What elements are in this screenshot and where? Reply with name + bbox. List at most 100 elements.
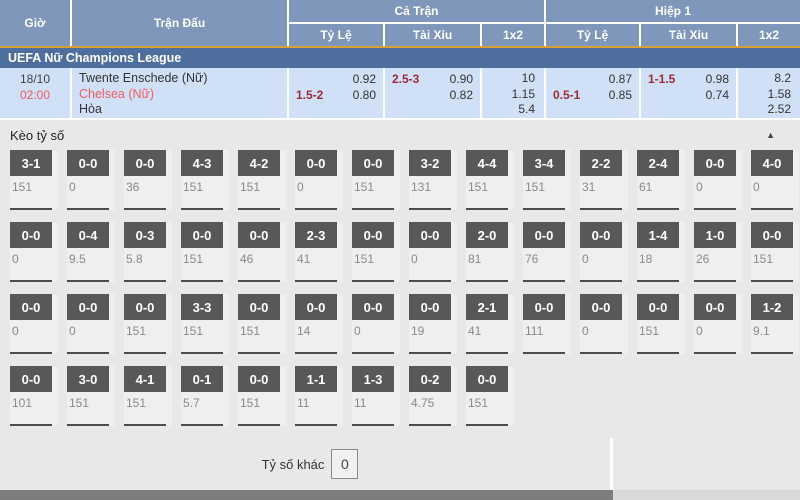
half-under-odds[interactable]: 0.74 (706, 87, 729, 103)
score-odds-cell[interactable]: 4-1151 (124, 366, 172, 426)
full-under-odds[interactable]: 0.82 (450, 87, 473, 103)
score-label: 2-4 (637, 150, 679, 176)
score-odds-value: 5.7 (181, 396, 229, 410)
score-odds-cell[interactable]: 0-00 (295, 150, 343, 210)
score-odds-cell[interactable]: 0-15.7 (181, 366, 229, 426)
half-1x2-draw-odds[interactable]: 2.52 (738, 102, 791, 118)
score-label: 1-0 (694, 222, 736, 248)
full-handicap-home-odds[interactable]: 0.92 (353, 71, 376, 87)
score-odds-cell[interactable]: 3-3151 (181, 294, 229, 354)
full-1x2-home-odds[interactable]: 10 (482, 71, 535, 87)
score-odds-cell[interactable]: 4-3151 (181, 150, 229, 210)
score-odds-cell[interactable]: 1-29.1 (751, 294, 799, 354)
score-odds-cell[interactable]: 0-35.8 (124, 222, 172, 282)
full-handicap-away-odds[interactable]: 0.80 (353, 87, 376, 103)
full-1x2-away-odds[interactable]: 1.15 (482, 87, 535, 103)
score-label: 0-3 (124, 222, 166, 248)
score-odds-cell[interactable]: 0-00 (694, 294, 742, 354)
away-team[interactable]: Chelsea (Nữ) (79, 87, 287, 103)
score-label: 4-4 (466, 150, 508, 176)
score-odds-cell[interactable]: 4-2151 (238, 150, 286, 210)
score-cell-underline (238, 280, 280, 282)
score-odds-cell[interactable]: 2-461 (637, 150, 685, 210)
score-odds-value: 26 (694, 252, 742, 266)
score-odds-cell[interactable]: 0-036 (124, 150, 172, 210)
score-cell-underline (181, 280, 223, 282)
score-cell-underline (466, 424, 508, 426)
score-odds-cell[interactable]: 0-0151 (124, 294, 172, 354)
score-odds-cell[interactable]: 0-0151 (238, 294, 286, 354)
score-odds-cell[interactable]: 0-00 (67, 150, 115, 210)
half-handicap-home-odds[interactable]: 0.87 (609, 71, 632, 87)
score-label: 4-3 (181, 150, 223, 176)
half-handicap-line: 0.5-1 (553, 87, 580, 103)
half-over-odds[interactable]: 0.98 (706, 71, 729, 87)
score-odds-cell[interactable]: 3-4151 (523, 150, 571, 210)
score-odds-cell[interactable]: 3-1151 (10, 150, 58, 210)
score-cell-underline (637, 352, 679, 354)
header-group-full-match: Cả Trận (289, 0, 544, 22)
score-odds-cell[interactable]: 0-0151 (352, 150, 400, 210)
score-odds-cell[interactable]: 0-014 (295, 294, 343, 354)
score-odds-cell[interactable]: 0-24.75 (409, 366, 457, 426)
score-odds-cell[interactable]: 0-0151 (352, 222, 400, 282)
score-odds-cell[interactable]: 1-026 (694, 222, 742, 282)
score-odds-cell[interactable]: 3-2131 (409, 150, 457, 210)
score-odds-cell[interactable]: 0-0111 (523, 294, 571, 354)
score-odds-cell[interactable]: 0-0151 (181, 222, 229, 282)
full-1x2-draw-odds[interactable]: 5.4 (482, 102, 535, 118)
score-odds-cell[interactable]: 0-00 (580, 222, 628, 282)
score-odds-cell[interactable]: 0-0151 (751, 222, 799, 282)
score-odds-cell[interactable]: 2-231 (580, 150, 628, 210)
score-odds-cell[interactable]: 0-00 (409, 222, 457, 282)
score-odds-cell[interactable]: 0-0151 (637, 294, 685, 354)
score-odds-value: 41 (466, 324, 514, 338)
score-odds-cell[interactable]: 0-49.5 (67, 222, 115, 282)
collapse-arrow-icon[interactable]: ▲ (766, 130, 775, 140)
score-odds-cell[interactable]: 2-341 (295, 222, 343, 282)
score-odds-cell[interactable]: 1-111 (295, 366, 343, 426)
score-odds-cell[interactable]: 2-141 (466, 294, 514, 354)
score-odds-cell[interactable]: 0-046 (238, 222, 286, 282)
score-odds-cell[interactable]: 1-311 (352, 366, 400, 426)
score-odds-cell[interactable]: 4-00 (751, 150, 799, 210)
score-cell-underline (295, 424, 337, 426)
score-odds-cell[interactable]: 3-0151 (67, 366, 115, 426)
score-odds-cell[interactable]: 0-00 (352, 294, 400, 354)
scrollbar-thumb[interactable] (0, 490, 613, 500)
score-label: 0-0 (580, 294, 622, 320)
score-odds-cell[interactable]: 0-0151 (466, 366, 514, 426)
full-over-odds[interactable]: 0.90 (450, 71, 473, 87)
score-cell-underline (751, 352, 793, 354)
score-odds-value: 36 (124, 180, 172, 194)
score-odds-value: 0 (67, 324, 115, 338)
score-odds-cell[interactable]: 0-0151 (238, 366, 286, 426)
score-row: 0-000-000-01513-31510-01510-0140-000-019… (10, 294, 800, 354)
score-odds-cell[interactable]: 2-081 (466, 222, 514, 282)
score-label: 0-0 (67, 294, 109, 320)
score-odds-cell[interactable]: 0-00 (10, 294, 58, 354)
home-team[interactable]: Twente Enschede (Nữ) (79, 71, 287, 87)
score-cell-underline (124, 424, 166, 426)
score-odds-value: 0 (67, 180, 115, 194)
half-handicap-away-odds[interactable]: 0.85 (609, 87, 632, 103)
score-odds-cell[interactable]: 0-0101 (10, 366, 58, 426)
score-odds-cell[interactable]: 1-418 (637, 222, 685, 282)
score-odds-cell[interactable]: 4-4151 (466, 150, 514, 210)
other-score-row: Tỷ số khác 0 (10, 438, 613, 490)
score-odds-cell[interactable]: 0-076 (523, 222, 571, 282)
score-odds-cell[interactable]: 0-00 (10, 222, 58, 282)
header-half-handicap: Tỷ Lệ (546, 24, 639, 46)
score-odds-value: 31 (580, 180, 628, 194)
score-odds-value: 151 (466, 396, 514, 410)
half-1x2-away-odds[interactable]: 1.58 (738, 87, 791, 103)
score-odds-cell[interactable]: 0-00 (694, 150, 742, 210)
score-odds-cell[interactable]: 0-00 (580, 294, 628, 354)
score-label: 0-2 (409, 366, 451, 392)
score-label: 0-0 (10, 222, 52, 248)
other-score-box[interactable]: 0 (331, 449, 358, 479)
half-1x2-home-odds[interactable]: 8.2 (738, 71, 791, 87)
score-odds-cell[interactable]: 0-019 (409, 294, 457, 354)
score-odds-cell[interactable]: 0-00 (67, 294, 115, 354)
horizontal-scrollbar[interactable] (0, 490, 800, 500)
